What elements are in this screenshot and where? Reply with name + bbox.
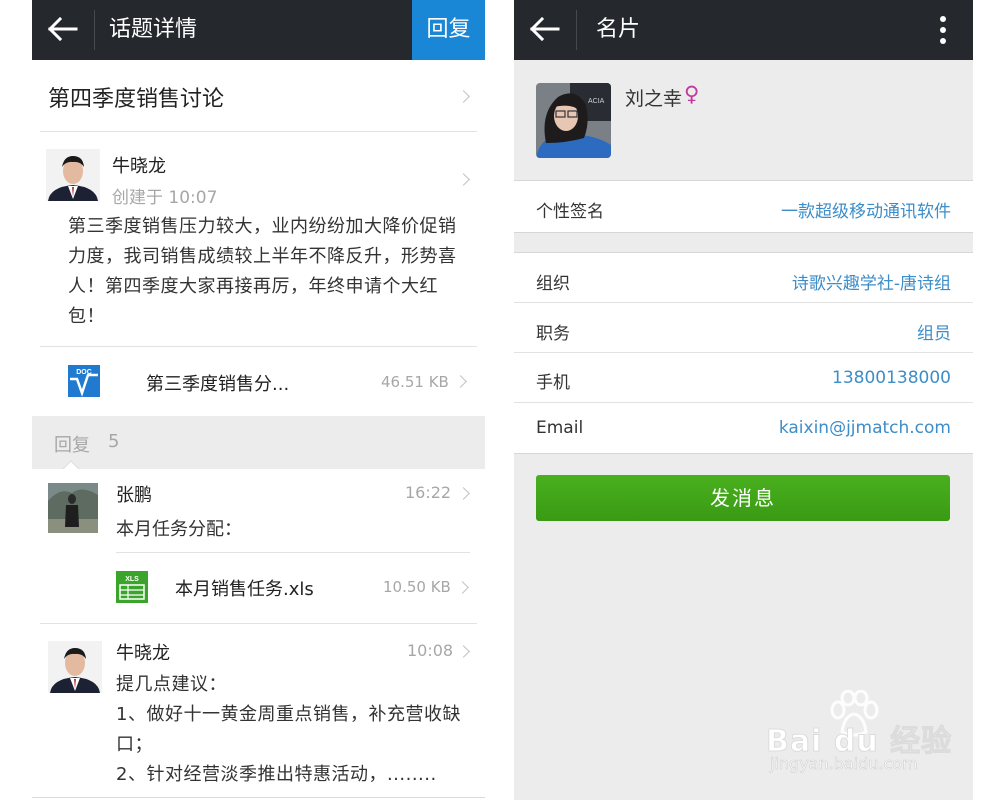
title-value: 组员: [917, 324, 951, 344]
female-gender-icon: ♀: [684, 82, 700, 106]
replies-header: 回复 5: [32, 416, 485, 469]
send-message-button[interactable]: 发消息: [536, 475, 950, 521]
email-value[interactable]: kaixin@jjmatch.com: [779, 418, 951, 438]
post-body-text: 第三季度销售压力较大，业内纷纷加大降价促销力度，我司销售成绩较上半年不降反升，形…: [68, 216, 457, 327]
xls-icon-label: XLS: [125, 576, 139, 583]
signature-row: 个性签名 一款超级移动通讯软件: [514, 180, 973, 233]
reply-author-avatar[interactable]: [48, 483, 98, 533]
doc-file-icon: DOC: [68, 365, 100, 397]
xls-file-icon: XLS: [116, 571, 148, 603]
chevron-right-icon: [457, 645, 470, 658]
page-title: 话题详情: [109, 17, 198, 42]
topic-detail-screen: 话题详情 回复 第四季度销售讨论 牛晓龙 创建于 10:07 第三季度销售压力较…: [32, 0, 485, 800]
post-created-time: 创建于 10:07: [112, 188, 218, 208]
reply-item: 牛晓龙 10:08 提几点建议： 1、做好十一黄金周重点销售，补充营收缺口； 2…: [32, 624, 485, 800]
chevron-right-icon: [457, 487, 470, 500]
attachment-size: 10.50 KB: [383, 578, 451, 596]
profile-section: ACIA 刘之幸 ♀: [514, 60, 973, 180]
more-vertical-icon[interactable]: [936, 14, 950, 46]
divider: [32, 797, 485, 798]
title-row: 职务 组员: [514, 303, 973, 352]
author-avatar[interactable]: [46, 149, 100, 201]
topic-header-bar: 话题详情 回复: [32, 0, 485, 60]
reply-text: 本月任务分配：: [116, 519, 242, 540]
phone-row[interactable]: 手机 13800138000: [514, 353, 973, 402]
topic-title-row[interactable]: 第四季度销售讨论: [32, 60, 485, 132]
profile-name: 刘之幸: [625, 88, 683, 110]
phone-value[interactable]: 13800138000: [832, 368, 951, 388]
attachment-size: 46.51 KB: [381, 373, 449, 391]
phone-label: 手机: [536, 373, 570, 393]
replies-label: 回复: [54, 435, 90, 456]
attachment-doc-row[interactable]: DOC 第三季度销售分... 46.51 KB: [32, 347, 485, 415]
chevron-right-icon: [457, 173, 470, 186]
reply-text-line: 2、针对经营淡季推出特惠活动，........: [116, 764, 437, 785]
reply-time: 16:22: [405, 483, 452, 502]
reply-time: 10:08: [407, 641, 454, 660]
page-title: 名片: [596, 17, 641, 42]
attachment-name: 第三季度销售分...: [146, 374, 290, 395]
back-arrow-icon[interactable]: [46, 14, 80, 44]
info-section: 组织 诗歌兴趣学社-唐诗组 职务 组员 手机 13800138000 Email…: [514, 252, 973, 454]
reply-text-line: 提几点建议：: [116, 674, 227, 695]
chevron-right-icon: [456, 581, 469, 594]
reply-author-name: 张鹏: [116, 485, 152, 506]
svg-text:ACIA: ACIA: [588, 98, 605, 105]
reply-button[interactable]: 回复: [412, 0, 485, 60]
header-divider: [94, 10, 95, 50]
signature-value: 一款超级移动通讯软件: [781, 202, 951, 222]
signature-label: 个性签名: [536, 202, 604, 222]
post-author-name: 牛晓龙: [112, 156, 166, 177]
contact-card-screen: 名片 ACIA 刘之幸 ♀ 个性签名 一款超级移动通讯软件 组织 诗歌兴趣学社-…: [514, 0, 973, 800]
org-value: 诗歌兴趣学社-唐诗组: [791, 274, 951, 294]
replies-count: 5: [108, 431, 120, 452]
attachment-name: 本月销售任务.xls: [175, 579, 314, 600]
watermark-url: jingyan.baidu.com: [770, 754, 918, 774]
reply-author-name: 牛晓龙: [116, 643, 170, 664]
attachment-xls-row[interactable]: XLS 本月销售任务.xls 10.50 KB: [32, 553, 485, 621]
card-header-bar: 名片: [514, 0, 973, 60]
chevron-right-icon: [454, 375, 467, 388]
baidu-watermark: Bai du 经验 jingyan.baidu.com: [765, 690, 966, 780]
org-label: 组织: [536, 274, 570, 294]
email-row[interactable]: Email kaixin@jjmatch.com: [514, 403, 973, 452]
chevron-right-icon: [457, 90, 470, 103]
topic-title: 第四季度销售讨论: [48, 87, 225, 112]
org-row[interactable]: 组织 诗歌兴趣学社-唐诗组: [514, 253, 973, 302]
original-post: 牛晓龙 创建于 10:07 第三季度销售压力较大，业内纷纷加大降价促销力度，我司…: [32, 132, 485, 347]
profile-avatar[interactable]: ACIA: [536, 83, 611, 158]
reply-item: 张鹏 16:22 本月任务分配： XLS 本月销售任务.xls 10.50 KB: [32, 469, 485, 623]
reply-text-line: 1、做好十一黄金周重点销售，补充营收缺口；: [116, 704, 461, 755]
reply-author-avatar[interactable]: [48, 641, 102, 693]
back-arrow-icon[interactable]: [528, 14, 562, 44]
title-label: 职务: [536, 324, 570, 344]
email-label: Email: [536, 418, 584, 438]
header-divider: [576, 10, 577, 50]
doc-icon-label: DOC: [76, 369, 92, 376]
